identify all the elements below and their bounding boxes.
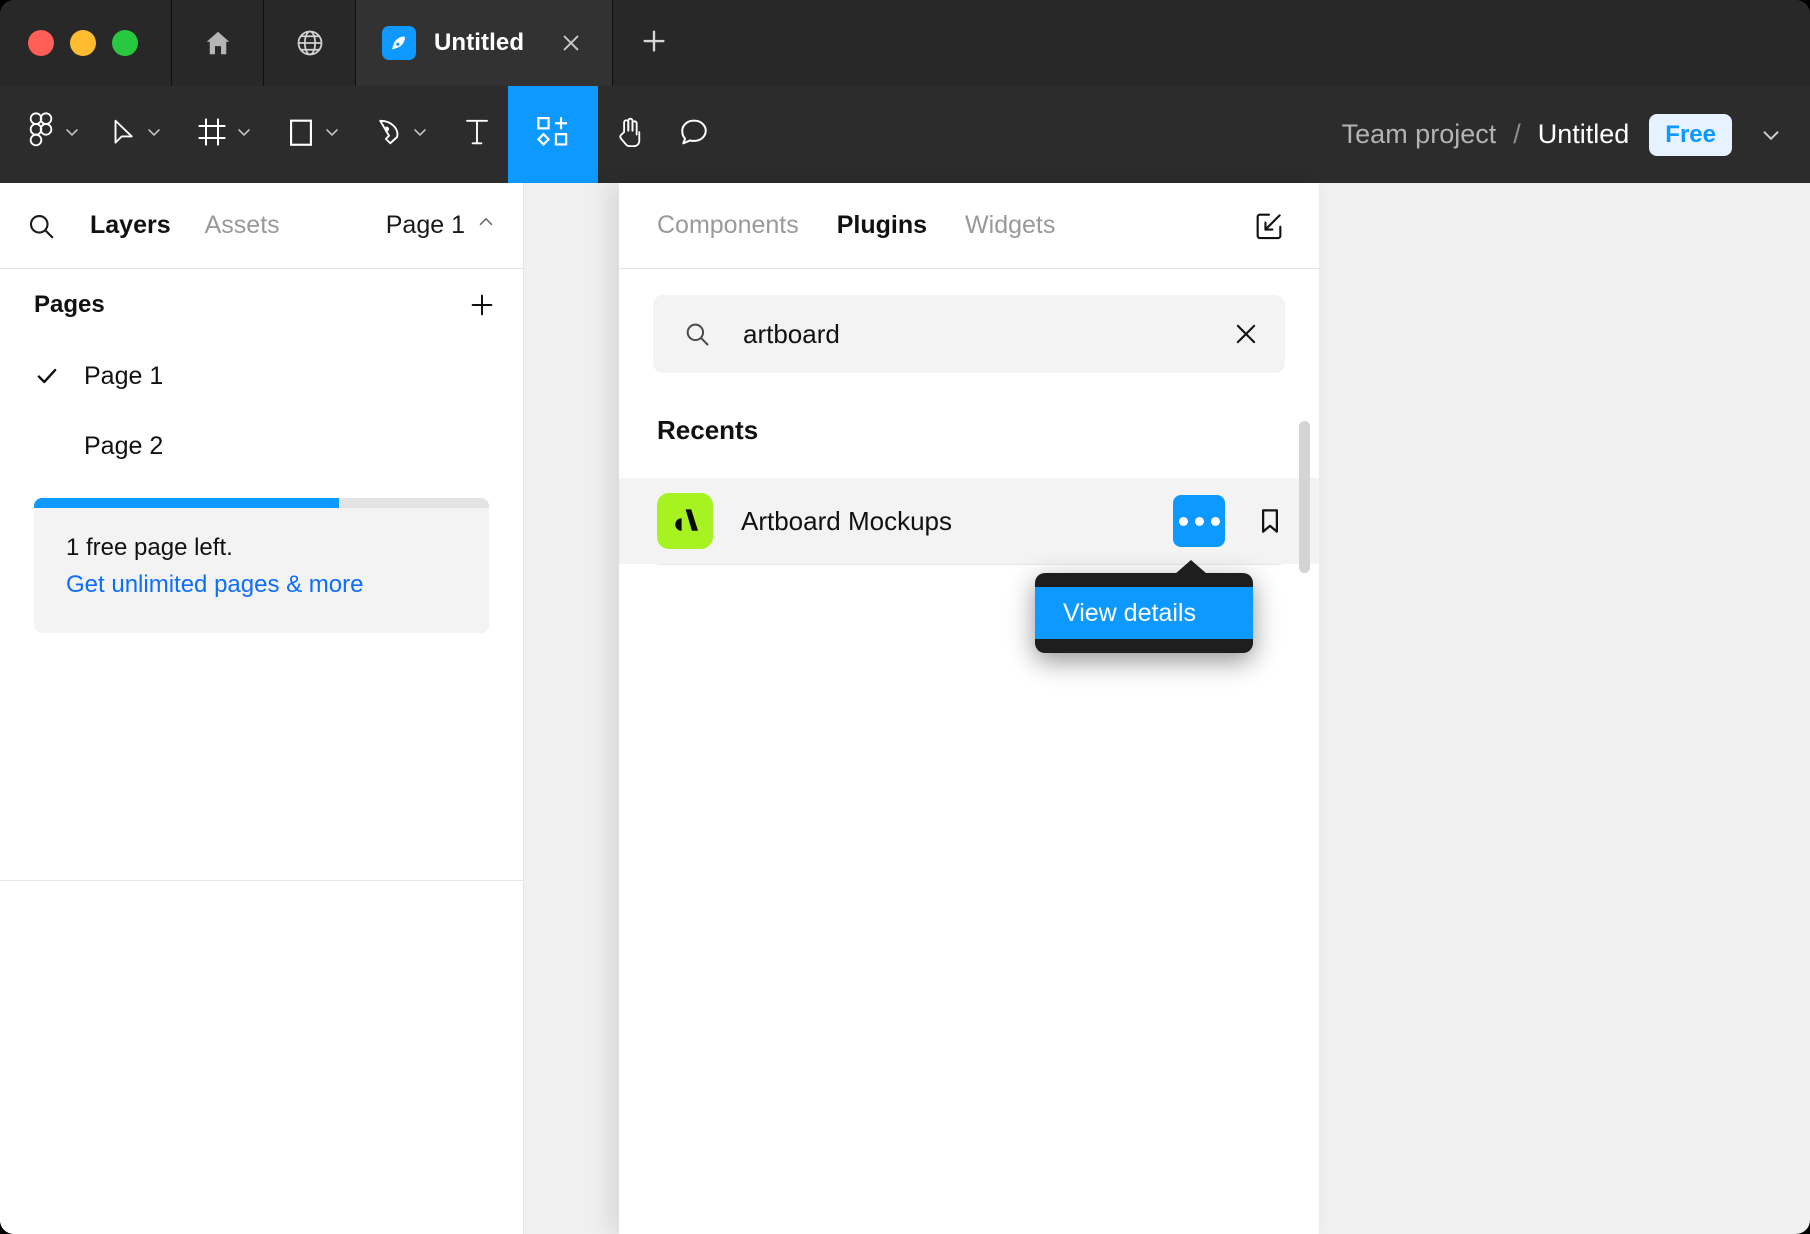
list-item[interactable]: Artboard Mockups bbox=[619, 478, 1319, 565]
page-label: Page 1 bbox=[84, 361, 164, 390]
chevron-down-icon bbox=[62, 122, 82, 147]
tooltip-arrow bbox=[1175, 560, 1207, 574]
page-list-item-1[interactable]: Page 1 bbox=[0, 341, 523, 411]
frame-icon bbox=[196, 116, 228, 153]
free-pages-left-text: 1 free page left. bbox=[66, 534, 233, 561]
search-icon[interactable] bbox=[26, 211, 56, 241]
components-plus-icon bbox=[534, 113, 572, 156]
hand-icon bbox=[614, 115, 646, 154]
sidebar-divider bbox=[0, 880, 524, 881]
window-controls bbox=[0, 0, 172, 86]
tab-plugins[interactable]: Plugins bbox=[837, 211, 927, 240]
pen-tool-button[interactable] bbox=[358, 86, 446, 183]
chevron-down-icon bbox=[322, 122, 342, 147]
move-tool-button[interactable] bbox=[92, 86, 180, 183]
tab-components[interactable]: Components bbox=[657, 211, 799, 240]
plugin-actions bbox=[1173, 495, 1293, 547]
shape-tool-button[interactable] bbox=[270, 86, 358, 183]
breadcrumb: Team project / Untitled Free bbox=[1342, 86, 1810, 183]
figma-menu-button[interactable] bbox=[0, 86, 92, 183]
upgrade-card: 1 free page left. Get unlimited pages & … bbox=[34, 498, 489, 633]
plugin-search-wrap: artboard bbox=[619, 269, 1319, 373]
text-tool-button[interactable] bbox=[446, 86, 508, 183]
file-menu-chevron-down-icon[interactable] bbox=[1758, 122, 1784, 148]
resources-panel: Components Plugins Widgets artboard Rece… bbox=[619, 183, 1319, 1234]
figma-logo-icon bbox=[26, 112, 56, 157]
comment-tool-button[interactable] bbox=[662, 86, 726, 183]
frame-tool-button[interactable] bbox=[180, 86, 270, 183]
search-input[interactable]: artboard bbox=[653, 295, 1285, 373]
close-window-button[interactable] bbox=[28, 30, 54, 56]
file-tab-title: Untitled bbox=[434, 29, 525, 56]
pages-title: Pages bbox=[34, 291, 105, 318]
minimize-window-button[interactable] bbox=[70, 30, 96, 56]
dot bbox=[1210, 516, 1220, 526]
figma-pen-icon bbox=[382, 26, 416, 60]
check-icon bbox=[34, 363, 84, 389]
pen-icon bbox=[374, 117, 404, 152]
title-bar: Untitled bbox=[0, 0, 1810, 86]
tab-assets[interactable]: Assets bbox=[205, 211, 280, 240]
main-toolbar: Team project / Untitled Free bbox=[0, 86, 1810, 183]
globe-icon bbox=[295, 28, 325, 58]
home-button[interactable] bbox=[172, 0, 264, 86]
search-input-value: artboard bbox=[743, 318, 840, 349]
plan-badge[interactable]: Free bbox=[1649, 113, 1732, 156]
chevron-down-icon bbox=[234, 122, 254, 147]
maximize-window-button[interactable] bbox=[112, 30, 138, 56]
browse-community-button[interactable] bbox=[264, 0, 356, 86]
artboard-mockups-icon bbox=[657, 493, 713, 549]
panel-scrollbar[interactable] bbox=[1299, 421, 1310, 573]
cursor-icon bbox=[108, 117, 138, 152]
pages-section: Pages Page 1 Page 2 1 free page left. Ge… bbox=[0, 269, 523, 633]
page-selector-label: Page 1 bbox=[385, 211, 465, 239]
chevron-down-icon bbox=[144, 122, 164, 147]
bookmark-icon[interactable] bbox=[1247, 498, 1293, 544]
upgrade-card-body: 1 free page left. Get unlimited pages & … bbox=[34, 508, 489, 633]
rectangle-icon bbox=[286, 115, 316, 154]
section-title-recents: Recents bbox=[657, 415, 759, 445]
page-quota-progress bbox=[34, 498, 489, 508]
left-sidebar-header: Layers Assets Page 1 bbox=[0, 183, 523, 269]
chevron-down-icon bbox=[410, 122, 430, 147]
clear-search-button[interactable] bbox=[1231, 319, 1261, 349]
breadcrumb-file-name[interactable]: Untitled bbox=[1538, 119, 1630, 150]
plugin-name: Artboard Mockups bbox=[741, 505, 952, 536]
file-tab[interactable]: Untitled bbox=[356, 0, 614, 86]
text-icon bbox=[462, 115, 492, 154]
page-quota-progress-fill bbox=[34, 498, 339, 508]
page-label: Page 2 bbox=[84, 431, 164, 460]
plus-icon bbox=[639, 26, 669, 61]
plugin-context-menu: View details bbox=[1035, 560, 1253, 653]
tab-widgets[interactable]: Widgets bbox=[965, 211, 1055, 240]
left-sidebar: Layers Assets Page 1 Pages Page 1 Page 2… bbox=[0, 183, 524, 1234]
home-icon bbox=[203, 28, 233, 58]
resources-panel-header: Components Plugins Widgets bbox=[619, 183, 1319, 269]
breadcrumb-project[interactable]: Team project bbox=[1342, 119, 1497, 150]
open-in-icon[interactable] bbox=[1245, 202, 1293, 250]
page-selector[interactable]: Page 1 bbox=[386, 211, 497, 240]
chevron-up-icon bbox=[475, 211, 497, 240]
figma-window: Untitled Team project / Untitled Free La… bbox=[0, 0, 1810, 1234]
menu-item-view-details[interactable]: View details bbox=[1035, 587, 1253, 639]
dot bbox=[1194, 516, 1204, 526]
close-tab-button[interactable] bbox=[556, 28, 586, 58]
hand-tool-button[interactable] bbox=[598, 86, 662, 183]
tab-layers[interactable]: Layers bbox=[90, 211, 171, 240]
breadcrumb-separator: / bbox=[1513, 119, 1521, 149]
add-page-button[interactable] bbox=[467, 290, 497, 320]
pages-header-row: Pages bbox=[0, 269, 523, 341]
comment-icon bbox=[678, 116, 710, 153]
page-list-item-2[interactable]: Page 2 bbox=[0, 411, 523, 481]
new-tab-button[interactable] bbox=[613, 0, 695, 86]
upgrade-link[interactable]: Get unlimited pages & more bbox=[66, 571, 457, 599]
search-icon bbox=[683, 320, 711, 348]
dot bbox=[1178, 516, 1188, 526]
ellipsis-icon[interactable] bbox=[1173, 495, 1225, 547]
resources-tool-button[interactable] bbox=[508, 86, 598, 183]
